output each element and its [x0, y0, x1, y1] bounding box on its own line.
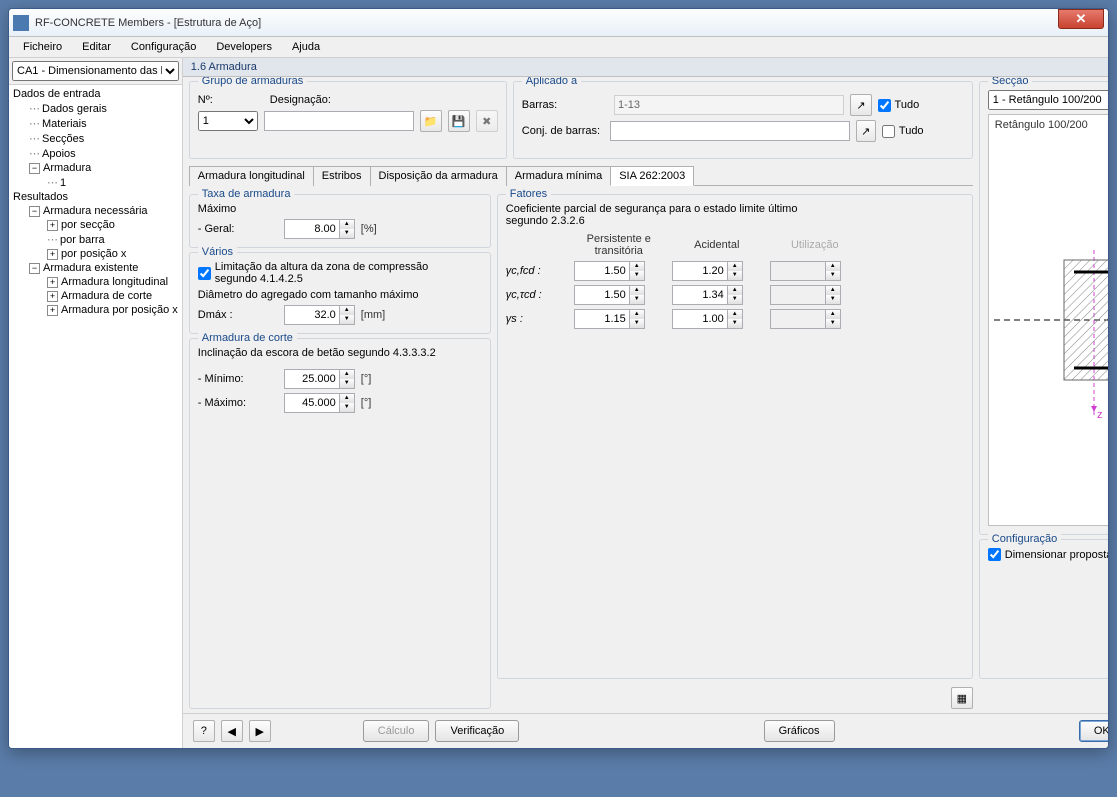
yc-tcd-util: ▲▼: [770, 285, 860, 305]
group-aplicado: Aplicado a Barras: ↗ Tudo Conj. de barra…: [513, 81, 973, 159]
help-icon[interactable]: ?: [193, 720, 215, 742]
menu-editar[interactable]: Editar: [76, 39, 117, 55]
tab-armadura-minima[interactable]: Armadura mínima: [506, 166, 611, 186]
folder-icon[interactable]: 📁: [420, 110, 442, 132]
window: RF-CONCRETE Members - [Estrutura de Aço]…: [8, 8, 1109, 749]
next-icon[interactable]: ▶: [249, 720, 271, 742]
ys-pers[interactable]: ▲▼: [574, 309, 664, 329]
tree-por-posicao-x[interactable]: +por posição x: [11, 247, 180, 261]
pick-conj-icon[interactable]: ↗: [856, 120, 876, 142]
pick-barras-icon[interactable]: ↗: [850, 94, 871, 116]
tab-disposicao[interactable]: Disposição da armadura: [370, 166, 507, 186]
tree-armadura-1[interactable]: ⋯1: [11, 175, 180, 190]
ok-button[interactable]: OK: [1079, 720, 1109, 742]
tab-armadura-longitudinal[interactable]: Armadura longitudinal: [189, 166, 314, 186]
details-icon[interactable]: ▦: [951, 687, 973, 709]
close-button[interactable]: ✕: [1058, 9, 1104, 29]
graficos-button[interactable]: Gráficos: [764, 720, 835, 742]
tudo-barras-check[interactable]: Tudo: [878, 99, 964, 112]
section-preview: Retângulo 100/200 y: [988, 114, 1109, 526]
max-spin[interactable]: ▲▼: [284, 393, 355, 413]
menu-developers[interactable]: Developers: [210, 39, 278, 55]
verificacao-button[interactable]: Verificação: [435, 720, 519, 742]
tudo-conj-check[interactable]: Tudo: [882, 125, 964, 138]
menu-configuracao[interactable]: Configuração: [125, 39, 202, 55]
tree-seccoes[interactable]: ⋯Secções: [11, 131, 180, 146]
seccao-select[interactable]: 1 - Retângulo 100/200: [988, 90, 1109, 110]
delete-icon[interactable]: ✖: [476, 110, 498, 132]
window-title: RF-CONCRETE Members - [Estrutura de Aço]: [35, 17, 1058, 29]
ys-util: ▲▼: [770, 309, 860, 329]
group-grupo-armaduras: Grupo de armaduras Nº: Designação: 1 📁 💾: [189, 81, 507, 159]
yc-fcd-pers[interactable]: ▲▼: [574, 261, 664, 281]
group-seccao: Secção 1 - Retângulo 100/200 Retângulo 1…: [979, 81, 1109, 535]
footer: ? ◀ ▶ Cálculo Verificação Gráficos OK Ca…: [183, 713, 1109, 748]
geral-spin[interactable]: ▲▼: [284, 219, 355, 239]
dim-check[interactable]: Dimensionar proposta de armadura: [988, 548, 1109, 561]
tree-arm-longitudinal[interactable]: +Armadura longitudinal: [11, 275, 180, 289]
limitacao-check[interactable]: Limitação da altura da zona de compressã…: [198, 261, 482, 285]
tab-sia-262[interactable]: SIA 262:2003: [610, 166, 694, 186]
svg-text:z: z: [1097, 409, 1103, 420]
tree-dados-entrada[interactable]: Dados de entrada: [11, 87, 180, 101]
titlebar: RF-CONCRETE Members - [Estrutura de Aço]…: [9, 9, 1108, 37]
section-svg: y z: [994, 220, 1109, 420]
group-varios: Vários Limitação da altura da zona de co…: [189, 252, 491, 334]
tree-resultados[interactable]: Resultados: [11, 190, 180, 204]
tree-arm-por-posicao-x[interactable]: +Armadura por posição x: [11, 303, 180, 317]
tree: Dados de entrada ⋯Dados gerais ⋯Materiai…: [9, 85, 182, 748]
save-icon[interactable]: 💾: [448, 110, 470, 132]
app-icon: [13, 15, 29, 31]
group-fatores: Fatores Coeficiente parcial de segurança…: [497, 194, 973, 679]
calculo-button[interactable]: Cálculo: [363, 720, 430, 742]
tree-por-barra[interactable]: ⋯por barra: [11, 232, 180, 247]
tree-materiais[interactable]: ⋯Materiais: [11, 116, 180, 131]
case-select[interactable]: CA1 - Dimensionamento das bar: [12, 61, 179, 81]
group-config: Configuração Dimensionar proposta de arm…: [979, 539, 1109, 679]
tree-arm-existente[interactable]: −Armadura existente: [11, 261, 180, 275]
min-spin[interactable]: ▲▼: [284, 369, 355, 389]
menu-ficheiro[interactable]: Ficheiro: [17, 39, 68, 55]
yc-tcd-pers[interactable]: ▲▼: [574, 285, 664, 305]
tree-armadura[interactable]: −Armadura: [11, 161, 180, 175]
tab-estribos[interactable]: Estribos: [313, 166, 371, 186]
tree-arm-necessaria[interactable]: −Armadura necessária: [11, 204, 180, 218]
tree-dados-gerais[interactable]: ⋯Dados gerais: [11, 101, 180, 116]
page-title: 1.6 Armadura: [183, 58, 1109, 77]
conj-input[interactable]: [610, 121, 850, 141]
main: 1.6 Armadura Grupo de armaduras Nº: Desi…: [183, 58, 1109, 748]
barras-input: [614, 95, 844, 115]
prev-icon[interactable]: ◀: [221, 720, 243, 742]
menubar: Ficheiro Editar Configuração Developers …: [9, 37, 1108, 58]
group-corte: Armadura de corte Inclinação da escora d…: [189, 338, 491, 709]
design-input[interactable]: [264, 111, 414, 131]
yc-fcd-acid[interactable]: ▲▼: [672, 261, 762, 281]
dmax-spin[interactable]: ▲▼: [284, 305, 355, 325]
ys-acid[interactable]: ▲▼: [672, 309, 762, 329]
yc-fcd-util: ▲▼: [770, 261, 860, 281]
sidebar: CA1 - Dimensionamento das bar Dados de e…: [9, 58, 183, 748]
tree-por-seccao[interactable]: +por secção: [11, 218, 180, 232]
menu-ajuda[interactable]: Ajuda: [286, 39, 326, 55]
no-select[interactable]: 1: [198, 111, 258, 131]
group-taxa: Taxa de armadura Máximo - Geral: ▲▼ [%]: [189, 194, 491, 248]
tabs: Armadura longitudinal Estribos Disposiçã…: [189, 165, 973, 186]
tree-arm-corte[interactable]: +Armadura de corte: [11, 289, 180, 303]
yc-tcd-acid[interactable]: ▲▼: [672, 285, 762, 305]
tree-apoios[interactable]: ⋯Apoios: [11, 146, 180, 161]
